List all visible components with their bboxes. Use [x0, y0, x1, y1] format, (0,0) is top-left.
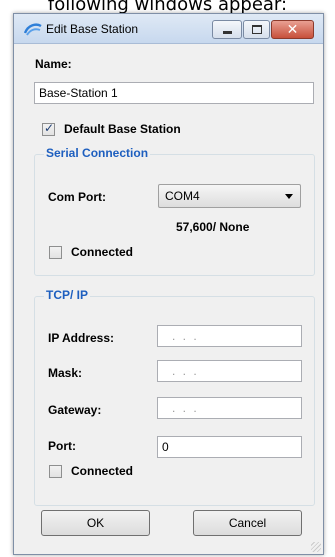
resize-grip[interactable]	[311, 542, 321, 552]
ip-address-input[interactable]: . . .	[157, 325, 302, 347]
mask-input[interactable]: . . .	[157, 360, 302, 382]
gateway-label: Gateway:	[48, 403, 102, 417]
port-input[interactable]: 0	[157, 436, 302, 458]
edit-base-station-dialog: Edit Base Station ✕ Name: Base-Station 1…	[13, 13, 324, 555]
mask-label: Mask:	[48, 366, 83, 380]
maximize-icon	[252, 25, 262, 34]
serial-connected-checkbox[interactable]	[49, 246, 62, 259]
port-label: Port:	[48, 439, 76, 453]
minimize-button[interactable]	[212, 20, 242, 39]
serial-connection-title: Serial Connection	[44, 146, 151, 160]
name-input[interactable]: Base-Station 1	[34, 82, 314, 104]
default-base-station-checkbox[interactable]	[42, 121, 55, 136]
chevron-down-icon	[285, 194, 293, 199]
app-icon	[24, 23, 42, 36]
com-port-label: Com Port:	[48, 190, 106, 204]
ok-button[interactable]: OK	[41, 510, 150, 536]
com-port-value: COM4	[165, 189, 200, 203]
name-label: Name:	[35, 57, 72, 71]
serial-connected-label: Connected	[71, 245, 134, 259]
cancel-button[interactable]: Cancel	[193, 510, 302, 536]
tcp-connected-checkbox[interactable]	[49, 465, 62, 478]
com-port-select[interactable]: COM4	[158, 184, 301, 208]
maximize-button[interactable]	[243, 20, 270, 39]
gateway-input[interactable]: . . .	[157, 397, 302, 419]
close-button[interactable]: ✕	[271, 20, 314, 39]
baud-parity-text: 57,600/ None	[176, 220, 250, 234]
tcp-connected-label: Connected	[71, 464, 134, 478]
default-base-station-label: Default Base Station	[64, 122, 181, 136]
window-title: Edit Base Station	[46, 22, 139, 36]
minimize-icon	[223, 31, 232, 34]
tcp-ip-title: TCP/ IP	[44, 288, 91, 302]
close-icon: ✕	[286, 21, 299, 37]
title-bar[interactable]: Edit Base Station ✕	[14, 14, 323, 44]
ip-address-label: IP Address:	[48, 331, 115, 345]
